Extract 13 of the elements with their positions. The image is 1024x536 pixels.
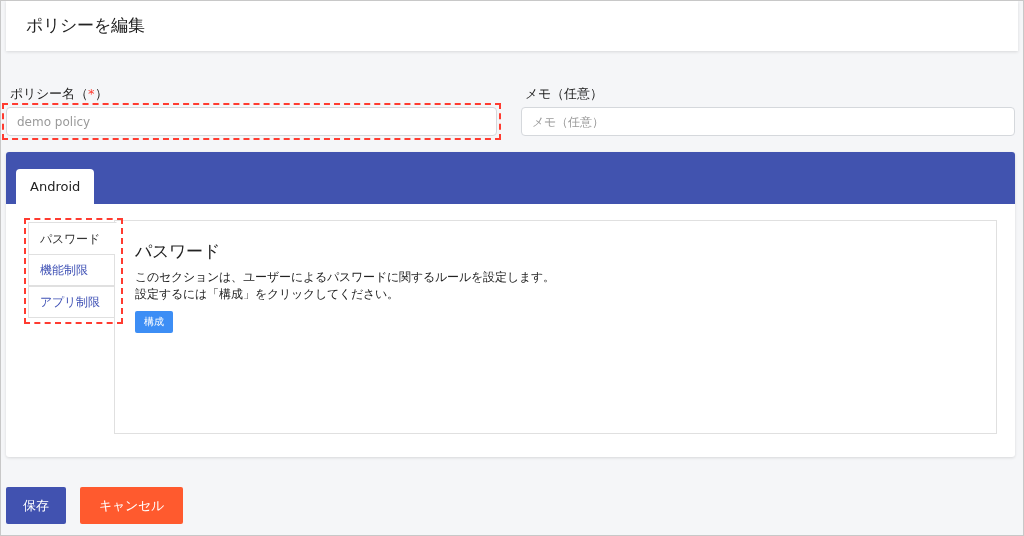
section-tab[interactable]: 機能制限 <box>28 254 115 286</box>
text-field[interactable]: メモ（任意） <box>520 107 1015 136</box>
platform-tab[interactable]: Android <box>16 169 95 204</box>
section-tab[interactable]: アプリ制限 <box>28 286 115 318</box>
field-label: メモ（任意） <box>524 84 603 103</box>
save-button[interactable]: 保存 <box>6 487 66 524</box>
section-description: 設定するには「構成」をクリックしてください。 <box>135 285 400 303</box>
section-description: このセクションは、ユーザーによるパスワードに関するルールを設定します。 <box>135 268 556 286</box>
page-title: ポリシーを編集 <box>26 14 145 38</box>
section-tab[interactable]: パスワード <box>28 222 117 254</box>
text-field[interactable]: demo policy <box>6 107 497 136</box>
field-label: ポリシー名（*） <box>10 84 108 103</box>
section-title: パスワード <box>135 240 221 263</box>
